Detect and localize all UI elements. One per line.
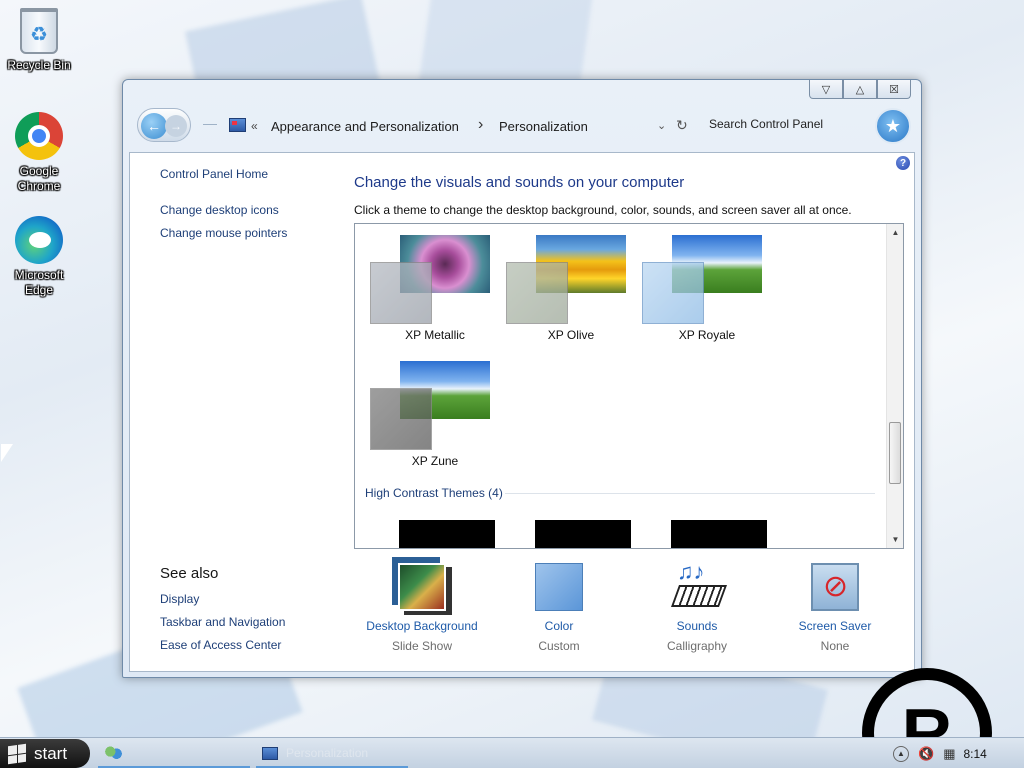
system-tray: ▲ 🔇 ▦ 8:14: [884, 738, 1024, 768]
desktop-icon-label: Google Chrome: [17, 164, 61, 193]
theme-list: XP Metallic XP Olive XP Royale XP Zune H…: [354, 223, 904, 549]
vertical-scrollbar[interactable]: ▲ ▼: [886, 224, 903, 548]
users-icon: [104, 746, 122, 760]
back-forward-buttons: ← →: [137, 108, 191, 142]
color-button[interactable]: Color Custom: [489, 563, 629, 653]
taskbar-item-users[interactable]: [98, 740, 250, 768]
breadcrumb-separator-icon[interactable]: ›: [478, 116, 483, 134]
network-icon[interactable]: ▦: [943, 746, 955, 762]
sounds-label[interactable]: Sounds: [627, 619, 767, 633]
screen-saver-label[interactable]: Screen Saver: [765, 619, 905, 633]
minimize-button[interactable]: ▽: [809, 80, 843, 99]
address-dropdown-icon[interactable]: ⌄: [657, 119, 666, 132]
change-mouse-pointers-link[interactable]: Change mouse pointers: [160, 226, 287, 240]
mouse-cursor-icon: [0, 443, 13, 463]
desktop-icon-edge[interactable]: Microsoft Edge: [4, 216, 74, 298]
desktop-icon-recycle-bin[interactable]: Recycle Bin: [4, 8, 74, 73]
high-contrast-theme-preview[interactable]: [535, 520, 631, 548]
clock[interactable]: 8:14: [963, 747, 986, 761]
color-value: Custom: [538, 639, 580, 653]
high-contrast-theme-preview[interactable]: [399, 520, 495, 548]
windows-logo-icon: [8, 743, 26, 764]
scroll-thumb[interactable]: [889, 422, 901, 484]
nav-divider: [203, 124, 217, 125]
start-label: start: [34, 743, 68, 763]
desktop-icon-label: Microsoft Edge: [14, 268, 64, 297]
control-panel-icon: [229, 118, 246, 132]
color-label[interactable]: Color: [489, 619, 629, 633]
page-subtitle: Click a theme to change the desktop back…: [354, 203, 852, 217]
forward-button[interactable]: →: [165, 115, 187, 137]
theme-xp-metallic[interactable]: XP Metallic: [355, 224, 495, 344]
sounds-value: Calligraphy: [666, 639, 728, 653]
high-contrast-section-title[interactable]: High Contrast Themes (4): [365, 486, 503, 500]
edge-icon: [15, 216, 63, 264]
taskbar-navigation-link[interactable]: Taskbar and Navigation: [160, 615, 285, 629]
help-icon[interactable]: ?: [896, 156, 910, 170]
desktop-background-icon: [398, 563, 446, 611]
desktop-background-button[interactable]: Desktop Background Slide Show: [352, 563, 492, 653]
show-hidden-icons-icon[interactable]: ▲: [893, 745, 909, 762]
volume-muted-icon[interactable]: 🔇: [918, 746, 934, 762]
taskbar-item-label: Personalization: [286, 746, 369, 760]
theme-color-swatch: [642, 262, 704, 324]
display-link[interactable]: Display: [160, 592, 199, 606]
start-button[interactable]: start: [0, 739, 90, 768]
navigation-bar: ← → « Appearance and Personalization › P…: [123, 102, 923, 150]
theme-xp-zune[interactable]: XP Zune: [355, 350, 495, 470]
content-pane: ? Control Panel Home Change desktop icon…: [129, 152, 915, 672]
sounds-button[interactable]: Sounds Calligraphy: [627, 559, 767, 653]
breadcrumb-overflow-button[interactable]: «: [251, 119, 258, 133]
scroll-up-icon[interactable]: ▲: [887, 224, 903, 241]
recycle-bin-icon: [20, 8, 58, 54]
taskbar-item-control-panel[interactable]: Personalization: [256, 740, 408, 768]
taskbar: start Personalization ▲ 🔇 ▦ 8:14: [0, 737, 1024, 768]
control-panel-icon: [262, 746, 278, 760]
page-title: Change the visuals and sounds on your co…: [354, 174, 685, 191]
theme-xp-olive[interactable]: XP Olive: [491, 224, 631, 344]
window-controls: ▽ △ ☒: [809, 80, 911, 99]
screen-saver-value: None: [820, 639, 850, 653]
chrome-icon: [15, 112, 63, 160]
color-icon: [535, 563, 583, 611]
screen-saver-icon: [811, 563, 859, 611]
theme-color-swatch: [370, 262, 432, 324]
desktop-icon-chrome[interactable]: Google Chrome: [4, 112, 74, 194]
see-also-heading: See also: [160, 565, 219, 582]
desktop-background-label[interactable]: Desktop Background: [352, 619, 492, 633]
breadcrumb-personalization[interactable]: Personalization: [499, 119, 588, 134]
personalization-window: ▽ △ ☒ ← → « Appearance and Personalizati…: [122, 79, 922, 678]
refresh-icon[interactable]: ↻: [676, 117, 688, 134]
back-button[interactable]: ←: [141, 113, 167, 139]
desktop-background-value: Slide Show: [391, 639, 453, 653]
ease-of-access-link[interactable]: Ease of Access Center: [160, 638, 281, 652]
theme-name: XP Zune: [411, 454, 459, 468]
desktop-icon-label: Recycle Bin: [7, 58, 71, 72]
close-button[interactable]: ☒: [877, 80, 911, 99]
star-icon[interactable]: ★: [875, 108, 911, 144]
change-desktop-icons-link[interactable]: Change desktop icons: [160, 203, 279, 217]
section-divider: [505, 493, 875, 494]
screen-saver-button[interactable]: Screen Saver None: [765, 563, 905, 653]
control-panel-home-link[interactable]: Control Panel Home: [160, 167, 268, 181]
theme-color-swatch: [370, 388, 432, 450]
high-contrast-theme-preview[interactable]: [671, 520, 767, 548]
scroll-down-icon[interactable]: ▼: [887, 531, 903, 548]
theme-xp-royale[interactable]: XP Royale: [627, 224, 767, 344]
theme-name: XP Royale: [678, 328, 736, 342]
maximize-button[interactable]: △: [843, 80, 877, 99]
breadcrumb-appearance[interactable]: Appearance and Personalization: [271, 119, 459, 134]
theme-color-swatch: [506, 262, 568, 324]
search-input[interactable]: Search Control Panel: [709, 117, 869, 131]
sounds-icon: [673, 559, 721, 611]
